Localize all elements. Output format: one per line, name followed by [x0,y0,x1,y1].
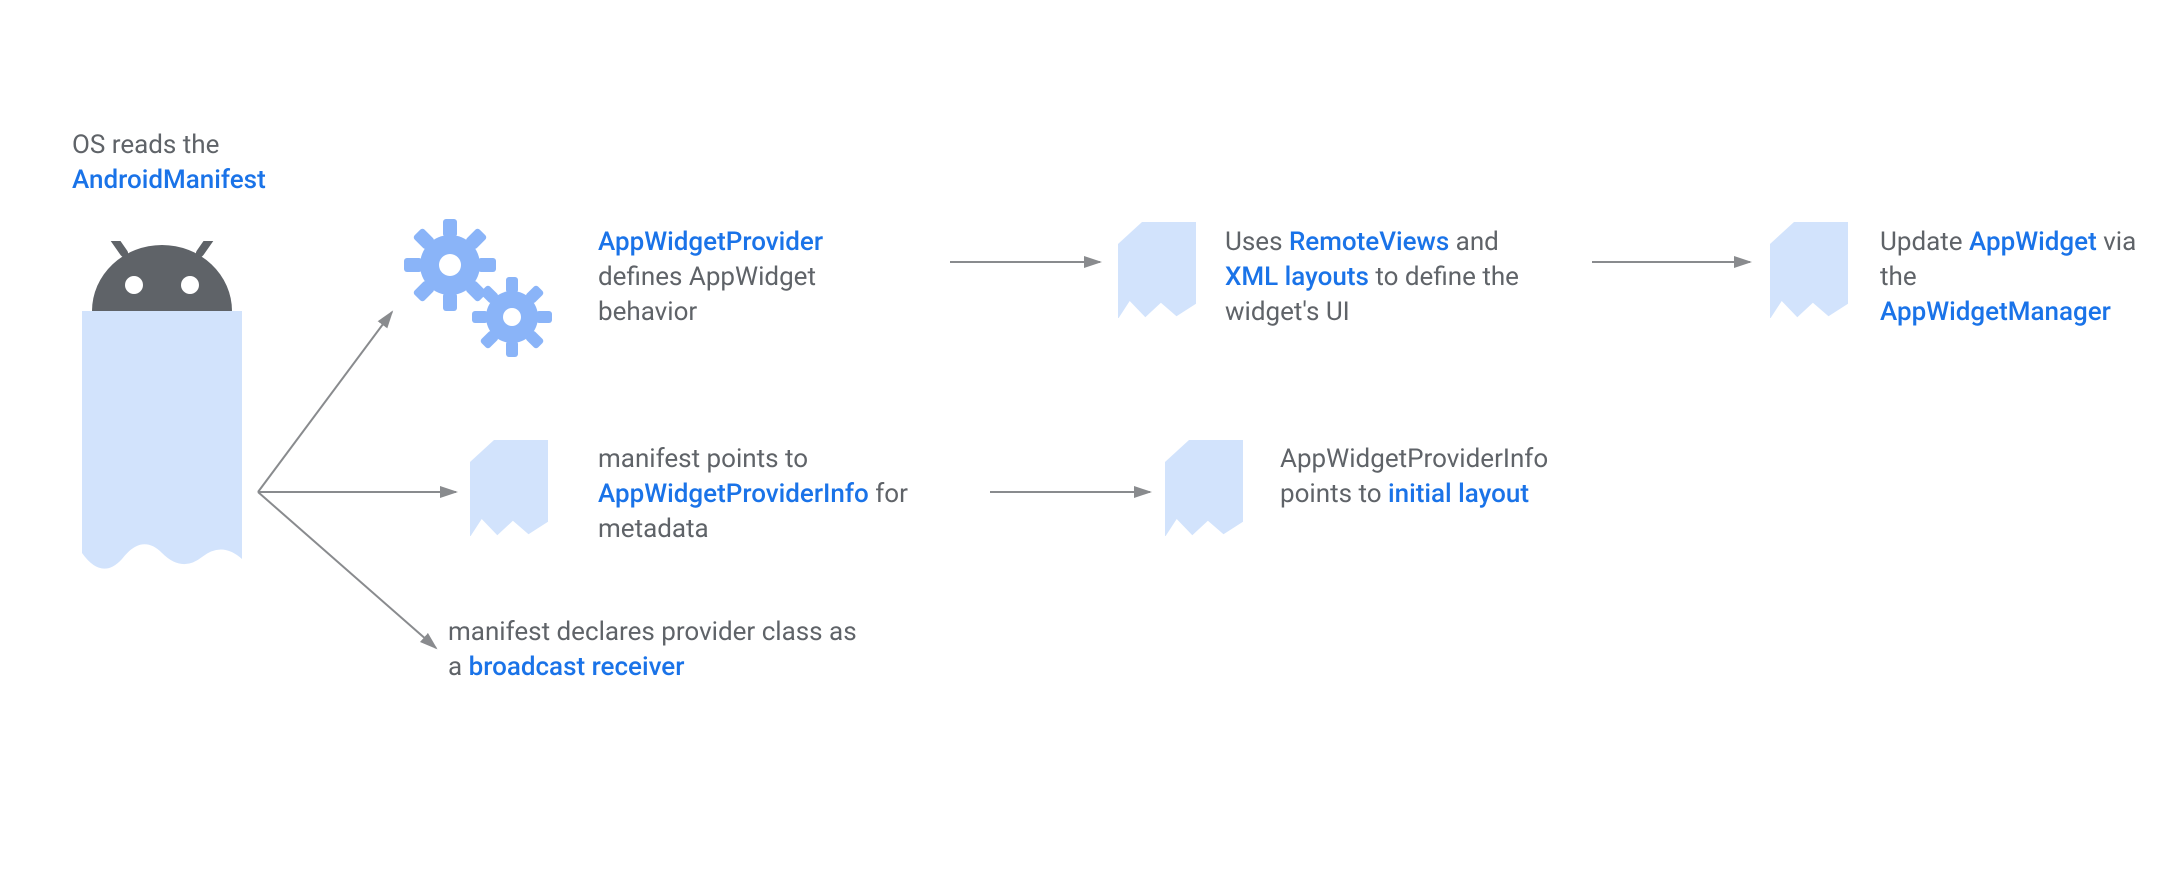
node-remoteviews: Uses RemoteViews and XML layouts to defi… [1225,225,1585,330]
il-line1: AppWidgetProviderInfo [1280,444,1548,474]
bc-line1: manifest declares provider class as [448,617,857,647]
uw-hl1: AppWidget [1969,227,2097,257]
uw-hl2: AppWidgetManager [1880,297,2111,327]
rv-mid: and [1449,227,1499,257]
header-line1: OS reads the [72,130,219,160]
rv-post1: to define the [1369,262,1519,292]
header-text: OS reads the AndroidManifest [72,128,372,198]
uw-post1: via [2097,227,2137,257]
header-line2: AndroidManifest [72,165,266,195]
appwidgetprovider-line3: behavior [598,297,697,327]
node-updatewidget: Update AppWidget via the AppWidgetManage… [1880,225,2166,330]
pi-line3: metadata [598,514,709,544]
bc-pre: a [448,652,469,682]
node-broadcast: manifest declares provider class as a br… [448,615,928,685]
doc-icon-initiallayout [1165,440,1243,536]
doc-icon-providerinfo [470,440,548,536]
node-initiallayout: AppWidgetProviderInfo points to initial … [1280,442,1640,512]
rv-hl1: RemoteViews [1289,227,1449,257]
pi-post: for [869,479,908,509]
appwidgetprovider-title: AppWidgetProvider [598,227,823,257]
rv-pre: Uses [1225,227,1289,257]
android-icon [72,241,252,605]
appwidgetprovider-line2: defines AppWidget [598,262,816,292]
gears-icon [400,215,560,369]
node-appwidgetprovider: AppWidgetProvider defines AppWidget beha… [598,225,908,330]
pi-hl: AppWidgetProviderInfo [598,479,869,509]
uw-pre: Update [1880,227,1969,257]
pi-line1: manifest points to [598,444,808,474]
rv-hl2: XML layouts [1225,262,1369,292]
il-pre: points to [1280,479,1388,509]
doc-icon-update [1770,222,1848,318]
il-hl: initial layout [1388,479,1529,509]
rv-post2: widget's UI [1225,297,1350,327]
bc-hl: broadcast receiver [469,652,685,682]
node-providerinfo: manifest points to AppWidgetProviderInfo… [598,442,998,547]
doc-icon-remoteviews [1118,222,1196,318]
uw-line2pre: the [1880,262,1917,292]
